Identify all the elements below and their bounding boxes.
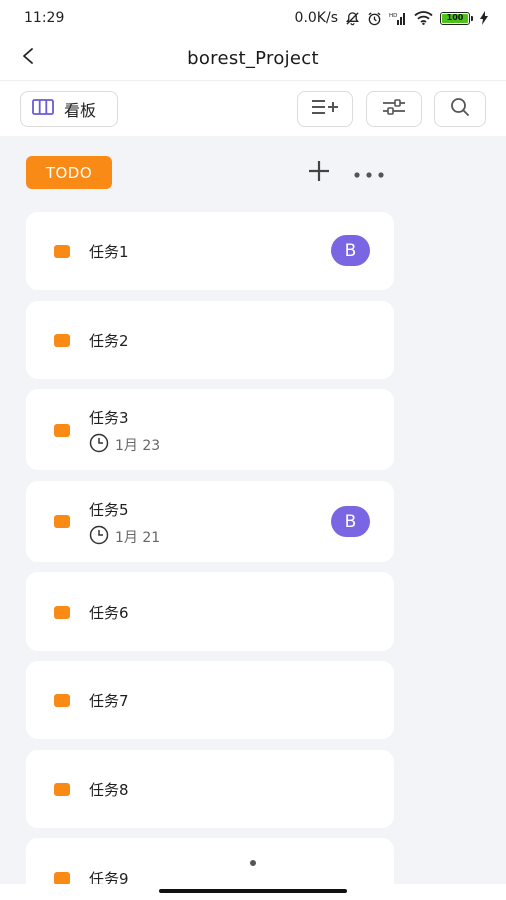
task-title: 任务3 bbox=[89, 409, 129, 427]
task-title: 任务2 bbox=[89, 332, 129, 350]
view-switch-button[interactable]: 看板 bbox=[20, 91, 118, 127]
search-icon bbox=[450, 97, 470, 121]
status-icons: 0.0K/s HD 100 bbox=[295, 10, 488, 26]
status-time: 11:29 bbox=[24, 10, 65, 26]
cellular-signal-icon: HD bbox=[389, 11, 407, 25]
alarm-icon bbox=[367, 11, 382, 26]
home-indicator[interactable] bbox=[159, 889, 347, 893]
assignee-avatar[interactable]: B bbox=[331, 235, 370, 266]
back-button[interactable] bbox=[14, 44, 42, 72]
task-card[interactable]: 任务9 bbox=[26, 838, 394, 884]
column-more-button[interactable] bbox=[350, 158, 388, 188]
task-card[interactable]: 任务5 1月 21 B bbox=[26, 481, 394, 562]
toolbar: 看板 bbox=[0, 80, 506, 136]
mute-icon bbox=[345, 11, 360, 26]
due-date: 1月 21 bbox=[89, 525, 160, 549]
assignee-avatar[interactable]: B bbox=[331, 506, 370, 537]
search-button[interactable] bbox=[434, 91, 486, 127]
task-title: 任务9 bbox=[89, 870, 129, 884]
board-columns-icon bbox=[32, 98, 54, 120]
network-speed: 0.0K/s bbox=[294, 10, 338, 26]
clock-icon bbox=[89, 525, 109, 549]
kanban-board[interactable]: TODO 任务1 B 任务2 任务3 1月 23 任务5 1月 21 B 任务6… bbox=[0, 136, 506, 884]
add-list-button[interactable] bbox=[297, 91, 353, 127]
due-date: 1月 23 bbox=[89, 433, 160, 457]
page-indicator-dot bbox=[250, 860, 256, 866]
plus-icon bbox=[307, 159, 331, 187]
priority-marker bbox=[54, 245, 70, 258]
priority-marker bbox=[54, 606, 70, 619]
task-title: 任务5 bbox=[89, 501, 129, 519]
task-card[interactable]: 任务6 bbox=[26, 572, 394, 651]
task-card[interactable]: 任务8 bbox=[26, 750, 394, 828]
charging-icon bbox=[480, 11, 488, 25]
more-dots-icon bbox=[353, 164, 385, 183]
view-switch-label: 看板 bbox=[64, 101, 97, 120]
task-title: 任务7 bbox=[89, 692, 129, 710]
list-add-icon bbox=[310, 98, 340, 120]
column-header: TODO bbox=[0, 136, 420, 208]
svg-text:HD: HD bbox=[389, 13, 397, 19]
priority-marker bbox=[54, 694, 70, 707]
filter-sliders-icon bbox=[381, 98, 407, 120]
priority-marker bbox=[54, 424, 70, 437]
battery-level: 100 bbox=[442, 13, 468, 23]
battery-icon: 100 bbox=[440, 11, 473, 25]
task-title: 任务6 bbox=[89, 604, 129, 622]
wifi-icon bbox=[414, 11, 433, 25]
task-card[interactable]: 任务2 bbox=[26, 301, 394, 379]
priority-marker bbox=[54, 515, 70, 528]
status-bar: 11:29 0.0K/s HD 100 bbox=[0, 0, 506, 36]
priority-marker bbox=[54, 334, 70, 347]
due-date-text: 1月 21 bbox=[115, 530, 161, 546]
task-card[interactable]: 任务7 bbox=[26, 661, 394, 739]
task-card[interactable]: 任务3 1月 23 bbox=[26, 389, 394, 470]
priority-marker bbox=[54, 872, 70, 884]
priority-marker bbox=[54, 783, 70, 796]
column-status-tag[interactable]: TODO bbox=[26, 156, 112, 189]
filter-button[interactable] bbox=[366, 91, 422, 127]
due-date-text: 1月 23 bbox=[115, 438, 161, 454]
task-card[interactable]: 任务1 B bbox=[26, 212, 394, 290]
task-title: 任务8 bbox=[89, 781, 129, 799]
add-task-button[interactable] bbox=[304, 158, 334, 188]
task-title: 任务1 bbox=[89, 243, 129, 261]
back-chevron-icon bbox=[21, 47, 35, 69]
page-title: borest_Project bbox=[187, 47, 319, 69]
nav-header: borest_Project bbox=[0, 36, 506, 80]
clock-icon bbox=[89, 433, 109, 457]
